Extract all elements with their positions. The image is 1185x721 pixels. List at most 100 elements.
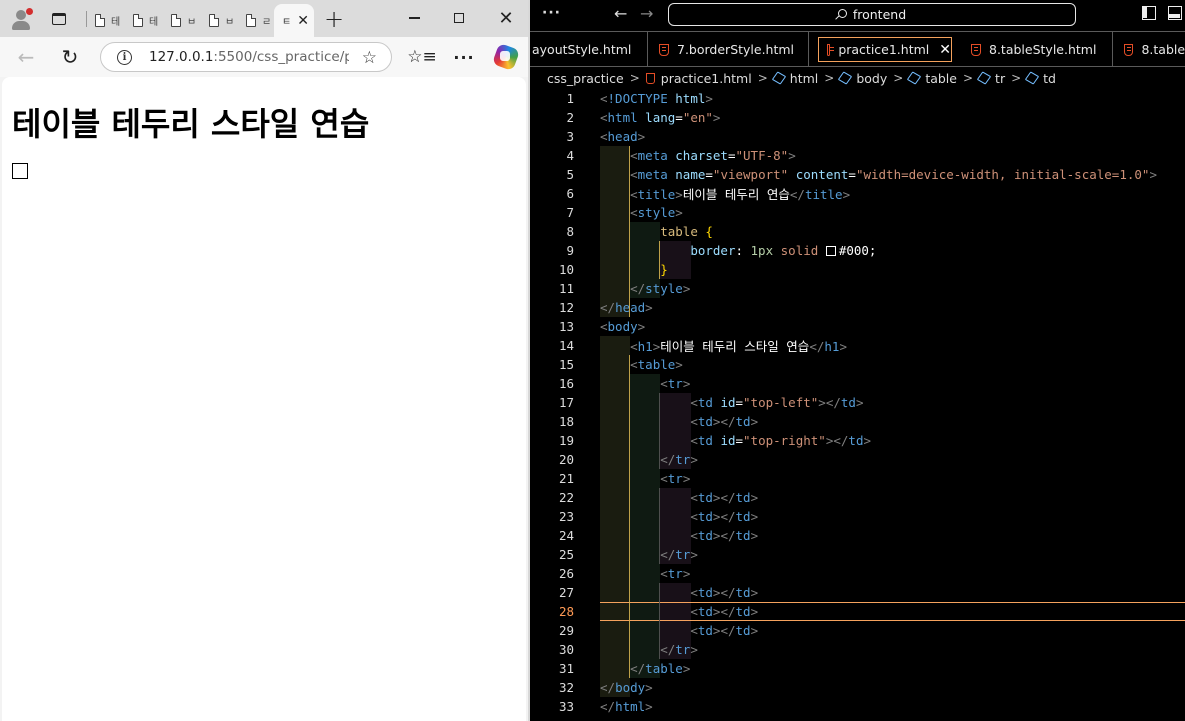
site-info-icon[interactable]: i bbox=[117, 49, 132, 65]
minimize-button[interactable] bbox=[392, 4, 436, 32]
code-line[interactable]: 3 <head> bbox=[530, 127, 1185, 146]
breadcrumb-item[interactable]: css_practice bbox=[547, 71, 624, 86]
code-text[interactable]: </tr> bbox=[600, 452, 698, 467]
code-text[interactable]: <head> bbox=[600, 129, 645, 144]
code-text[interactable]: </head> bbox=[600, 300, 653, 315]
code-text[interactable]: <td id="top-right"></td> bbox=[600, 433, 871, 448]
code-text[interactable]: <tr> bbox=[600, 471, 690, 486]
browser-tab[interactable]: 테 bbox=[133, 6, 158, 34]
code-text[interactable]: border: 1px solid #000; bbox=[600, 243, 876, 258]
code-text[interactable]: <td></td> bbox=[600, 585, 758, 600]
editor-tab[interactable]: 8.tableS bbox=[1114, 32, 1185, 67]
code-text[interactable]: </tr> bbox=[600, 642, 698, 657]
code-text[interactable]: <td></td> bbox=[600, 528, 758, 543]
code-text[interactable]: <body> bbox=[600, 319, 645, 334]
breadcrumb-item[interactable]: tr bbox=[995, 71, 1005, 86]
reload-button[interactable]: ↻ bbox=[56, 43, 84, 71]
profile-icon[interactable] bbox=[8, 6, 34, 32]
browser-tab[interactable]: ㅂ bbox=[209, 6, 234, 34]
browser-tab-active[interactable]: ㅌ ✕ bbox=[274, 4, 314, 37]
editor-tab[interactable]: ayoutStyle.html bbox=[530, 32, 648, 67]
code-text[interactable]: <td></td> bbox=[600, 604, 758, 619]
code-text[interactable]: <tr> bbox=[600, 376, 690, 391]
line-number: 4 bbox=[566, 148, 574, 163]
code-text[interactable]: <title>테이블 테두리 연습</title> bbox=[600, 184, 850, 203]
editor-tab-label: 7.borderStyle.html bbox=[677, 42, 795, 57]
editor-tab-active[interactable]: practice1.html ✕ bbox=[818, 37, 952, 62]
maximize-button[interactable] bbox=[437, 4, 481, 32]
code-text[interactable]: </style> bbox=[600, 281, 690, 296]
line-number: 28 bbox=[558, 604, 574, 619]
browser-tabstrip: 테 테 ㅂ ㅂ ㄹ ㅌ ✕ + ✕ bbox=[0, 0, 528, 37]
code-text[interactable]: } bbox=[600, 262, 668, 277]
new-tab-button[interactable]: + bbox=[320, 5, 348, 33]
chevron-right-icon: > bbox=[1011, 71, 1022, 85]
code-text[interactable]: <h1>테이블 테두리 스타일 연습</h1> bbox=[600, 336, 847, 355]
breadcrumb-item[interactable]: table bbox=[925, 71, 957, 86]
code-text[interactable]: <td></td> bbox=[600, 623, 758, 638]
favorites-icon[interactable]: ☆≡ bbox=[407, 43, 436, 71]
code-line[interactable]: 14 <h1>테이블 테두리 스타일 연습</h1> bbox=[530, 336, 1185, 355]
code-text[interactable]: <!DOCTYPE html> bbox=[600, 91, 713, 106]
breadcrumb-item[interactable]: td bbox=[1043, 71, 1056, 86]
line-number: 24 bbox=[558, 528, 574, 543]
close-tab-icon[interactable]: ✕ bbox=[297, 13, 309, 29]
line-number: 1 bbox=[566, 91, 574, 106]
browser-tab[interactable]: ㄹ bbox=[246, 6, 271, 34]
favorite-star-icon[interactable]: ☆ bbox=[362, 48, 377, 68]
page-icon bbox=[95, 13, 105, 27]
code-text[interactable]: <html lang="en"> bbox=[600, 110, 720, 125]
chevron-right-icon: > bbox=[962, 71, 974, 85]
code-text[interactable]: <td></td> bbox=[600, 414, 758, 429]
browser-tab-label: ㅂ bbox=[225, 16, 235, 28]
more-options-button[interactable]: ··· bbox=[450, 43, 478, 71]
command-center-search[interactable]: frontend bbox=[668, 3, 1076, 26]
close-tab-icon[interactable]: ✕ bbox=[939, 42, 951, 58]
code-line[interactable]: 2 <html lang="en"> bbox=[530, 108, 1185, 127]
back-button[interactable]: ← bbox=[12, 43, 40, 71]
indent-guide bbox=[659, 393, 661, 469]
element-icon bbox=[976, 71, 992, 85]
copilot-icon[interactable] bbox=[491, 42, 521, 72]
breadcrumb-item[interactable]: body bbox=[856, 71, 887, 86]
toggle-sidebar-icon[interactable] bbox=[1142, 6, 1156, 20]
code-area[interactable]: 1 <!DOCTYPE html> 2 <html lang="en"> 3 <head>… bbox=[530, 89, 1185, 721]
editor-tab[interactable]: 7.borderStyle.html bbox=[649, 32, 809, 67]
code-text[interactable]: <td id="top-left"></td> bbox=[600, 395, 863, 410]
code-text[interactable]: table { bbox=[600, 224, 713, 239]
close-window-button[interactable]: ✕ bbox=[484, 4, 528, 32]
element-icon bbox=[771, 71, 786, 85]
address-bar[interactable]: i 127.0.0.1:5500/css_practice/p... ☆ bbox=[100, 42, 392, 72]
code-line[interactable]: 33 </html> bbox=[530, 697, 1185, 716]
code-line[interactable]: 1 <!DOCTYPE html> bbox=[530, 89, 1185, 108]
code-text[interactable]: <meta name="viewport" content="width=dev… bbox=[600, 167, 1157, 182]
color-swatch[interactable] bbox=[825, 246, 836, 256]
browser-tab-label: ㅌ bbox=[282, 17, 292, 28]
breadcrumb-item[interactable]: practice1.html bbox=[661, 71, 752, 86]
nav-forward-icon[interactable]: → bbox=[640, 4, 653, 23]
line-number: 13 bbox=[558, 319, 574, 334]
url-text[interactable]: 127.0.0.1:5500/css_practice/p... bbox=[149, 49, 349, 65]
code-line[interactable]: 13 <body> bbox=[530, 317, 1185, 336]
browser-tab[interactable]: ㅂ bbox=[171, 6, 196, 34]
code-text[interactable]: <table> bbox=[600, 357, 683, 372]
code-text[interactable]: <td></td> bbox=[600, 509, 758, 524]
toggle-panel-icon[interactable] bbox=[1168, 6, 1182, 20]
code-text[interactable]: <tr> bbox=[600, 566, 690, 581]
code-text[interactable]: </body> bbox=[600, 680, 653, 695]
tab-actions-icon[interactable] bbox=[46, 6, 72, 32]
line-number: 15 bbox=[558, 357, 574, 372]
line-number: 11 bbox=[558, 281, 574, 296]
code-text[interactable]: </tr> bbox=[600, 547, 698, 562]
browser-tab[interactable]: 테 bbox=[95, 6, 120, 34]
editor-tab[interactable]: 8.tableStyle.html bbox=[957, 32, 1113, 67]
nav-back-icon[interactable]: ← bbox=[614, 4, 627, 23]
line-number: 18 bbox=[558, 414, 574, 429]
code-text[interactable]: <style> bbox=[600, 205, 683, 220]
code-text[interactable]: <td></td> bbox=[600, 490, 758, 505]
code-text[interactable]: </html> bbox=[600, 699, 653, 714]
breadcrumb-item[interactable]: html bbox=[790, 71, 818, 86]
code-text[interactable]: </table> bbox=[600, 661, 690, 676]
menu-icon[interactable]: ··· bbox=[542, 5, 561, 21]
code-line[interactable]: 32 </body> bbox=[530, 678, 1185, 697]
